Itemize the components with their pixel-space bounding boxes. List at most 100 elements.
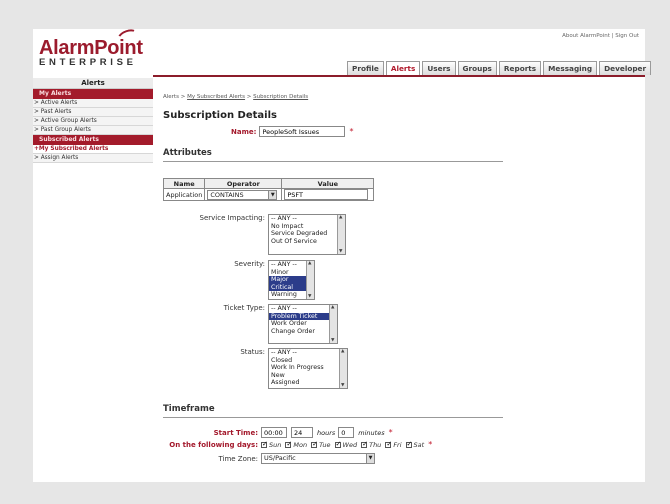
sidebar-header-subscribed-alerts: Subscribed Alerts — [33, 135, 153, 145]
ticket-type-listbox[interactable]: -- ANY -- Problem Ticket Work Order Chan… — [268, 304, 338, 344]
tab-messaging[interactable]: Messaging — [543, 61, 598, 75]
day-wed[interactable]: Wed — [334, 440, 358, 449]
required-mark: * — [349, 127, 354, 136]
day-label: Tue — [319, 440, 331, 449]
operator-select[interactable]: CONTAINS ▼ — [207, 189, 278, 200]
sidebar-item-past-group-alerts[interactable]: > Past Group Alerts — [33, 126, 153, 135]
status-row: Status: -- ANY -- Closed Work In Progres… — [163, 348, 348, 389]
listbox-scrollbar[interactable] — [306, 261, 314, 299]
checkbox-checked[interactable] — [385, 440, 392, 448]
severity-row: Severity: -- ANY -- Minor Major Critical… — [163, 260, 315, 300]
row-operator-cell: CONTAINS ▼ — [204, 188, 283, 201]
hours-input[interactable] — [291, 427, 313, 438]
service-impacting-row: Service Impacting: -- ANY -- No Impact S… — [163, 214, 346, 255]
checkbox-checked[interactable] — [285, 440, 292, 448]
day-tue[interactable]: Tue — [311, 440, 331, 449]
start-time-row: Start Time: hours minutes * — [163, 427, 393, 438]
sidebar-item-active-group-alerts[interactable]: > Active Group Alerts — [33, 117, 153, 126]
sidebar-item-active-alerts[interactable]: > Active Alerts — [33, 99, 153, 108]
checkbox-checked[interactable] — [405, 440, 412, 448]
table-header-row: Name Operator Value — [162, 178, 375, 189]
day-label: Sun — [269, 440, 282, 449]
sidebar-title: Alerts — [33, 78, 153, 89]
days-label: On the following days: — [169, 440, 258, 449]
col-name: Name — [162, 178, 206, 189]
logo-sub-text: ENTERPRISE — [39, 57, 137, 68]
list-item[interactable]: No Impact — [269, 223, 345, 231]
severity-label: Severity: — [234, 260, 265, 268]
list-item[interactable]: Work Order — [269, 320, 337, 328]
tab-users[interactable]: Users — [422, 61, 456, 75]
table-row: Application CONTAINS ▼ — [162, 188, 375, 201]
days-row: On the following days: Sun Mon Tue Wed T… — [163, 440, 432, 450]
list-item-selected[interactable]: Problem Ticket — [269, 312, 337, 321]
checkbox-checked[interactable] — [311, 440, 318, 448]
list-item[interactable]: -- ANY -- — [269, 305, 337, 313]
breadcrumb-alerts[interactable]: Alerts — [163, 94, 179, 100]
day-fri[interactable]: Fri — [385, 440, 402, 449]
checkbox-checked[interactable] — [361, 440, 368, 448]
day-mon[interactable]: Mon — [285, 440, 308, 449]
col-operator: Operator — [204, 178, 283, 189]
time-zone-value: US/Pacific — [264, 454, 296, 462]
about-link[interactable]: About AlarmPoint — [562, 33, 610, 39]
list-item[interactable]: Out Of Service — [269, 238, 345, 246]
day-label: Wed — [342, 440, 358, 449]
severity-listbox[interactable]: -- ANY -- Minor Major Critical Warning — [268, 260, 315, 300]
tab-alerts[interactable]: Alerts — [385, 61, 421, 75]
list-item[interactable]: -- ANY -- — [269, 349, 347, 357]
list-item[interactable]: Service Degraded — [269, 230, 345, 238]
list-item[interactable]: -- ANY -- — [269, 215, 345, 223]
listbox-scrollbar[interactable] — [329, 305, 337, 343]
alarmpoint-logo[interactable]: AlarmPoint ENTERPRISE — [39, 26, 149, 78]
day-label: Thu — [369, 440, 382, 449]
app-window: AlarmPoint ENTERPRISE About AlarmPoint |… — [33, 26, 652, 482]
name-label: Name: — [231, 127, 257, 136]
day-label: Fri — [393, 440, 402, 449]
breadcrumb-sep: > — [245, 94, 254, 100]
list-item[interactable]: Assigned — [269, 379, 347, 387]
status-listbox[interactable]: -- ANY -- Closed Work In Progress New As… — [268, 348, 348, 389]
day-label: Sat — [413, 440, 425, 449]
time-zone-row: Time Zone: US/Pacific ▼ — [163, 453, 375, 464]
checkbox-checked[interactable] — [334, 440, 341, 448]
days-checkboxes: Sun Mon Tue Wed Thu Fri Sat * — [261, 440, 432, 449]
sidebar-item-my-subscribed-alerts[interactable]: +My Subscribed Alerts — [33, 145, 153, 154]
tab-groups[interactable]: Groups — [457, 61, 497, 75]
required-mark: * — [428, 440, 433, 449]
time-zone-select[interactable]: US/Pacific ▼ — [261, 453, 375, 464]
chevron-down-icon: ▼ — [268, 190, 277, 199]
operator-value: CONTAINS — [210, 190, 244, 199]
attributes-heading: Attributes — [163, 148, 503, 162]
breadcrumb-my-subscribed-alerts[interactable]: My Subscribed Alerts — [187, 94, 245, 100]
sidebar-item-assign-alerts[interactable]: > Assign Alerts — [33, 154, 153, 163]
sidebar: Alerts My Alerts > Active Alerts > Past … — [33, 78, 153, 482]
listbox-scrollbar[interactable] — [337, 215, 345, 254]
sign-out-link[interactable]: Sign Out — [615, 33, 639, 39]
breadcrumb-subscription-details[interactable]: Subscription Details — [253, 94, 308, 100]
list-item[interactable]: Change Order — [269, 328, 337, 336]
tab-developer[interactable]: Developer — [599, 61, 652, 75]
hours-text: hours — [317, 428, 336, 437]
tab-reports[interactable]: Reports — [498, 61, 542, 75]
main-nav-tabs: Profile Alerts Users Groups Reports Mess… — [347, 61, 653, 75]
service-impacting-listbox[interactable]: -- ANY -- No Impact Service Degraded Out… — [268, 214, 346, 255]
list-item[interactable]: New — [269, 372, 347, 380]
day-label: Mon — [293, 440, 308, 449]
checkbox-checked[interactable] — [261, 440, 268, 448]
day-sat[interactable]: Sat — [405, 440, 425, 449]
value-input[interactable] — [284, 189, 369, 200]
day-thu[interactable]: Thu — [361, 440, 382, 449]
ticket-type-row: Ticket Type: -- ANY -- Problem Ticket Wo… — [163, 304, 338, 344]
day-sun[interactable]: Sun — [261, 440, 282, 449]
tab-profile[interactable]: Profile — [347, 61, 384, 75]
list-item[interactable]: Closed — [269, 357, 347, 365]
sidebar-item-past-alerts[interactable]: > Past Alerts — [33, 108, 153, 117]
list-item[interactable]: Work In Progress — [269, 364, 347, 372]
start-time-input[interactable] — [261, 427, 287, 438]
row-value-cell — [281, 188, 375, 201]
attributes-table: Name Operator Value Application CONTAINS… — [162, 178, 375, 201]
name-input[interactable] — [259, 126, 346, 137]
minutes-input[interactable] — [338, 427, 355, 438]
listbox-scrollbar[interactable] — [339, 349, 347, 388]
